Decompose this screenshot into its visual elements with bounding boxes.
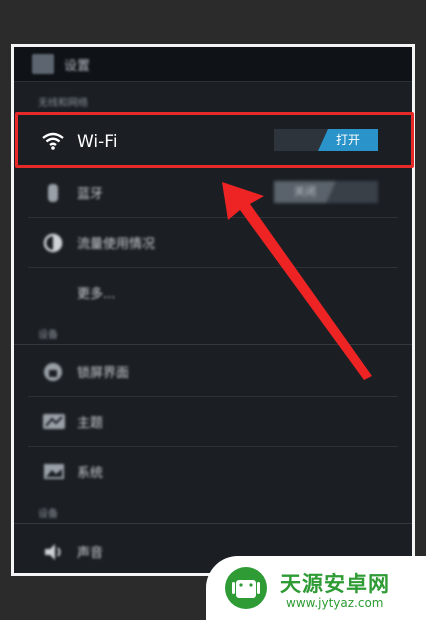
android-logo-icon — [225, 567, 267, 609]
watermark-site-name: 天源安卓网 — [280, 572, 390, 596]
annotation-arrow — [222, 182, 372, 380]
watermark-url: www.jytyaz.com — [286, 596, 384, 610]
watermark-badge: 天源安卓网 www.jytyaz.com — [206, 556, 426, 620]
